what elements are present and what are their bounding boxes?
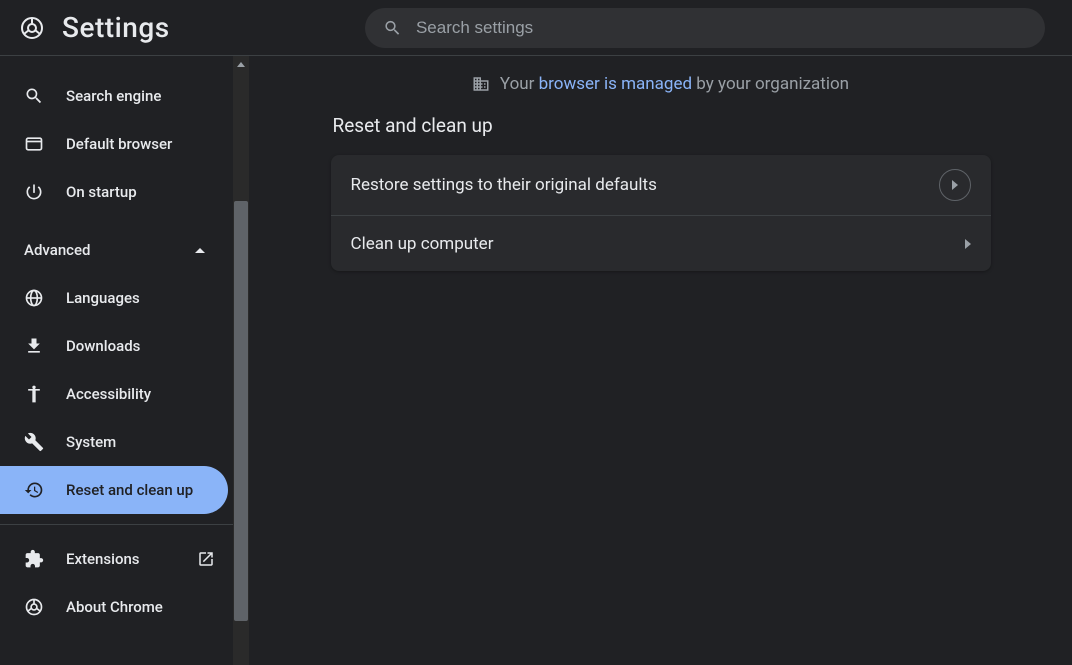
arrow-right-icon xyxy=(952,180,958,190)
sidebar-item-appearance[interactable]: Appearance xyxy=(0,56,233,72)
briefcase-icon xyxy=(472,75,490,93)
sidebar-item-about[interactable]: About Chrome xyxy=(0,583,233,631)
chevron-up-icon xyxy=(195,248,205,253)
globe-icon xyxy=(24,288,44,308)
restore-settings-row[interactable]: Restore settings to their original defau… xyxy=(331,155,991,215)
external-link-icon xyxy=(197,550,215,568)
row-label: Clean up computer xyxy=(351,234,494,254)
restore-icon xyxy=(24,480,44,500)
sidebar-advanced-toggle[interactable]: Advanced xyxy=(0,226,233,274)
row-label: Restore settings to their original defau… xyxy=(351,175,657,195)
sidebar-item-label: Appearance xyxy=(66,56,233,57)
scrollbar-thumb[interactable] xyxy=(234,201,248,621)
managed-suffix: by your organization xyxy=(692,74,849,94)
sidebar-item-languages[interactable]: Languages xyxy=(0,274,233,322)
sidebar-item-label: Extensions xyxy=(66,550,197,568)
search-input[interactable] xyxy=(416,18,1027,38)
puzzle-icon xyxy=(24,549,44,569)
browser-icon xyxy=(24,134,44,154)
search-icon xyxy=(24,86,44,106)
sidebar-item-extensions[interactable]: Extensions xyxy=(0,535,233,583)
sidebar-item-reset[interactable]: Reset and clean up xyxy=(0,466,228,514)
arrow-up-icon xyxy=(237,62,245,67)
sidebar-item-label: Default browser xyxy=(66,135,233,153)
palette-icon xyxy=(24,56,44,58)
sidebar-item-label: On startup xyxy=(66,183,233,201)
sidebar-scrollbar[interactable] xyxy=(233,56,249,665)
sidebar-item-search-engine[interactable]: Search engine xyxy=(0,72,233,120)
arrow-circle-icon xyxy=(939,169,971,201)
chrome-icon xyxy=(24,597,44,617)
sidebar-item-label: Search engine xyxy=(66,87,233,105)
sidebar-item-downloads[interactable]: Downloads xyxy=(0,322,233,370)
sidebar-item-label: Reset and clean up xyxy=(66,481,228,499)
chrome-icon xyxy=(20,16,44,40)
sidebar-item-label: Accessibility xyxy=(66,385,233,403)
sidebar-item-label: Languages xyxy=(66,289,233,307)
sidebar-item-label: About Chrome xyxy=(66,598,233,616)
scrollbar-up-button[interactable] xyxy=(233,56,249,72)
sidebar-item-default-browser[interactable]: Default browser xyxy=(0,120,233,168)
managed-prefix: Your xyxy=(500,74,539,94)
wrench-icon xyxy=(24,432,44,452)
section-title: Reset and clean up xyxy=(331,114,991,137)
advanced-label: Advanced xyxy=(24,241,90,259)
arrow-right-icon xyxy=(965,239,971,249)
settings-card: Restore settings to their original defau… xyxy=(331,155,991,271)
sidebar-item-on-startup[interactable]: On startup xyxy=(0,168,233,216)
main-content: Your browser is managed by your organiza… xyxy=(249,56,1072,665)
search-icon xyxy=(383,18,402,38)
sidebar-item-system[interactable]: System xyxy=(0,418,233,466)
managed-link[interactable]: browser is managed xyxy=(539,74,692,94)
power-icon xyxy=(24,182,44,202)
clean-up-computer-row[interactable]: Clean up computer xyxy=(331,215,991,271)
sidebar-divider xyxy=(0,524,233,525)
managed-text: Your browser is managed by your organiza… xyxy=(500,74,849,94)
sidebar-item-accessibility[interactable]: Accessibility xyxy=(0,370,233,418)
app-header: Settings xyxy=(0,0,1072,56)
accessibility-icon xyxy=(24,384,44,404)
managed-notice: Your browser is managed by your organiza… xyxy=(249,74,1072,94)
sidebar-item-label: System xyxy=(66,433,233,451)
sidebar-item-label: Downloads xyxy=(66,337,233,355)
search-container[interactable] xyxy=(365,8,1045,48)
header-left: Settings xyxy=(0,11,365,44)
download-icon xyxy=(24,336,44,356)
sidebar: Appearance Search engine Default browser… xyxy=(0,56,249,665)
page-title: Settings xyxy=(62,11,170,44)
